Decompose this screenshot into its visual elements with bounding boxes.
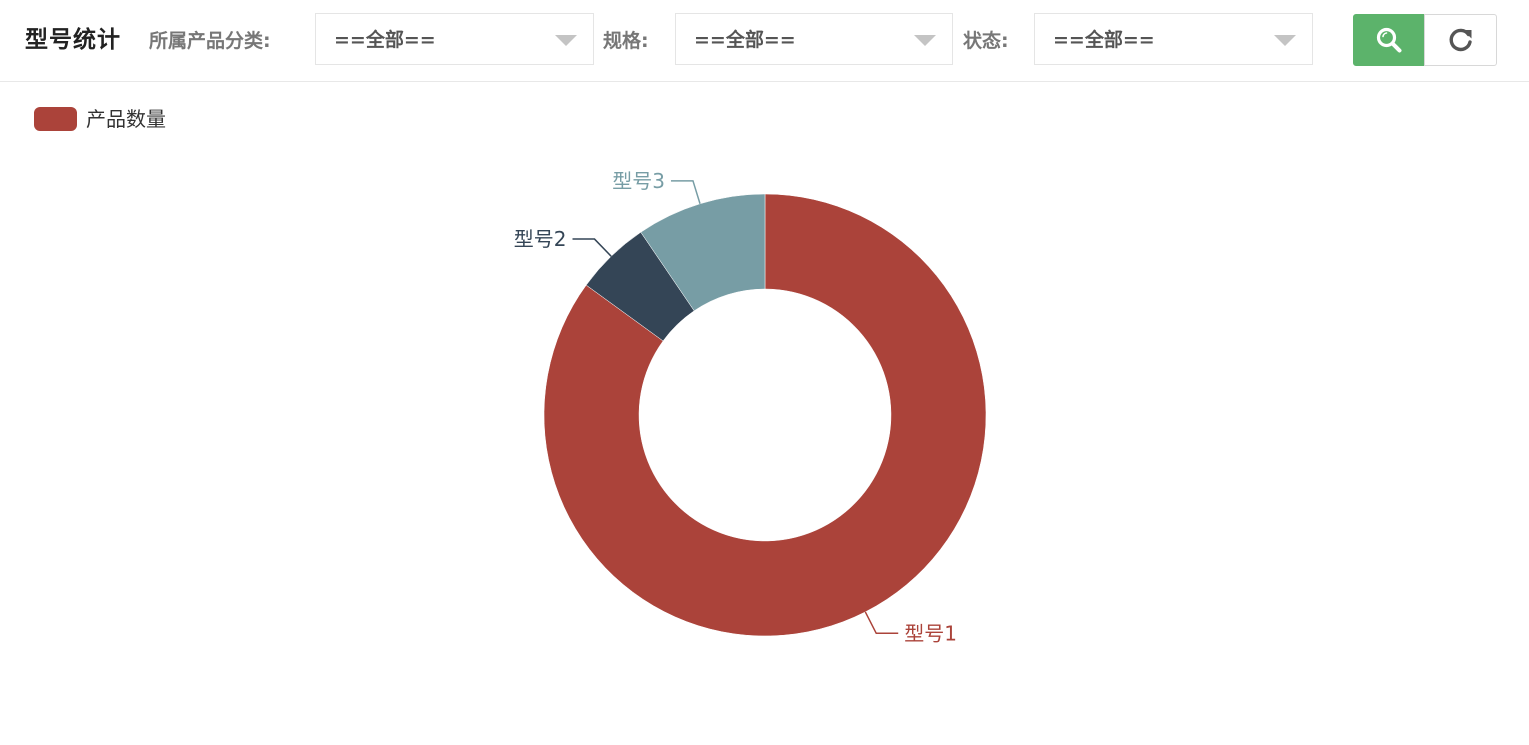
label-leader-line: [864, 611, 899, 635]
slice-label-2: 型号2: [514, 227, 567, 251]
label-leader-line: [670, 180, 701, 204]
slice-label-1: 型号1: [904, 621, 957, 645]
label-leader-line: [572, 238, 612, 257]
slice-label-3: 型号3: [612, 169, 665, 193]
donut-chart: 型号1 型号2 型号3: [514, 169, 987, 645]
